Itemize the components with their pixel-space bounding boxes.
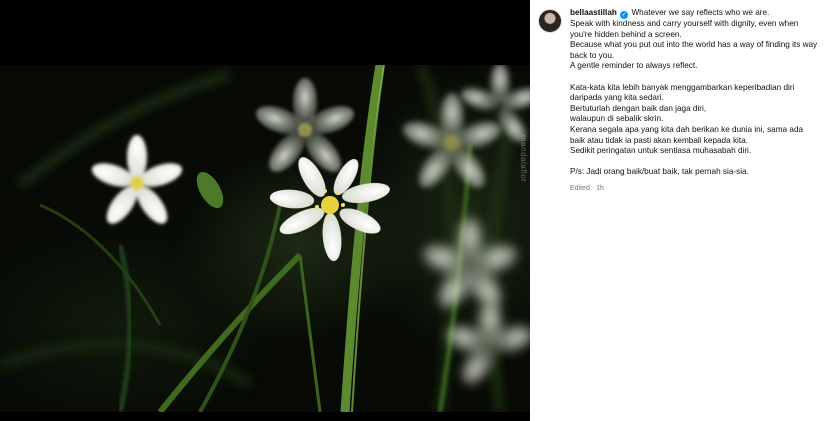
flower-photo-illustration xyxy=(0,65,530,412)
caption-ms-line-2: Bertuturlah dengan baik dan jaga diri, xyxy=(570,103,707,113)
post-meta: Edited · 1h xyxy=(570,184,820,195)
post-media-panel: mandalaflor xyxy=(0,0,530,421)
caption-line-2: Speak with kindness and carry yourself w… xyxy=(570,19,799,39)
caption-text: bellaastillah ✓ Whatever we say reflects… xyxy=(570,8,820,195)
verified-badge-icon: ✓ xyxy=(620,11,629,19)
caption-ms-line-5: Sedikit peringatan untuk sentiasa muhasa… xyxy=(570,146,752,156)
post-time[interactable]: 1h xyxy=(596,185,604,192)
caption-ms-line-3: walaupun di sebalik skrin. xyxy=(570,114,664,124)
caption-ms-line-1: Kata-kata kita lebih banyak menggambarka… xyxy=(570,82,795,103)
post-caption-panel: bellaastillah ✓ Whatever we say reflects… xyxy=(530,0,830,421)
photo-watermark: mandalaflor xyxy=(519,135,528,183)
caption-line-4: A gentle reminder to always reflect. xyxy=(570,61,698,71)
post-photo[interactable]: mandalaflor xyxy=(0,65,530,412)
caption-row: bellaastillah ✓ Whatever we say reflects… xyxy=(530,0,830,195)
caption-ms-line-4: Kerana segala apa yang kita dah berikan … xyxy=(570,124,804,145)
caption-line-1: Whatever we say reflects who we are. xyxy=(631,8,770,17)
caption-line-3: Because what you put out into the world … xyxy=(570,40,818,60)
caption-ps-line: P/s: Jadi orang baik/buat baik, tak pern… xyxy=(570,167,749,177)
username-link[interactable]: bellaastillah xyxy=(570,8,617,17)
instagram-post-view: mandalaflor bellaastillah ✓ Whatever we … xyxy=(0,0,830,421)
avatar[interactable] xyxy=(538,9,562,33)
edited-label: Edited xyxy=(570,184,590,192)
